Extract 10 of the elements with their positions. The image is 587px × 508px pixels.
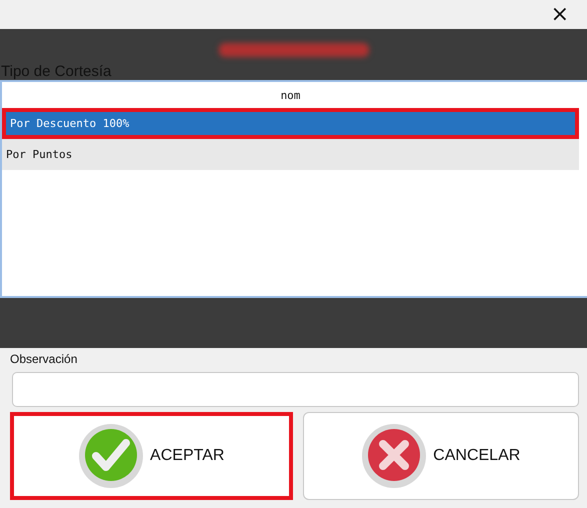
accept-button[interactable]: ACEPTAR	[10, 412, 292, 500]
cancel-button[interactable]: CANCELAR	[302, 412, 579, 500]
check-icon	[78, 423, 144, 489]
list-item[interactable]: Por Puntos	[2, 139, 579, 170]
column-header: nom	[280, 88, 302, 104]
close-icon	[361, 423, 428, 489]
list-item[interactable]: Por Descuento 100%	[2, 108, 579, 139]
observation-field[interactable]	[12, 372, 579, 407]
close-button[interactable]: ×	[546, 4, 573, 26]
field-label: Observación	[10, 352, 78, 366]
